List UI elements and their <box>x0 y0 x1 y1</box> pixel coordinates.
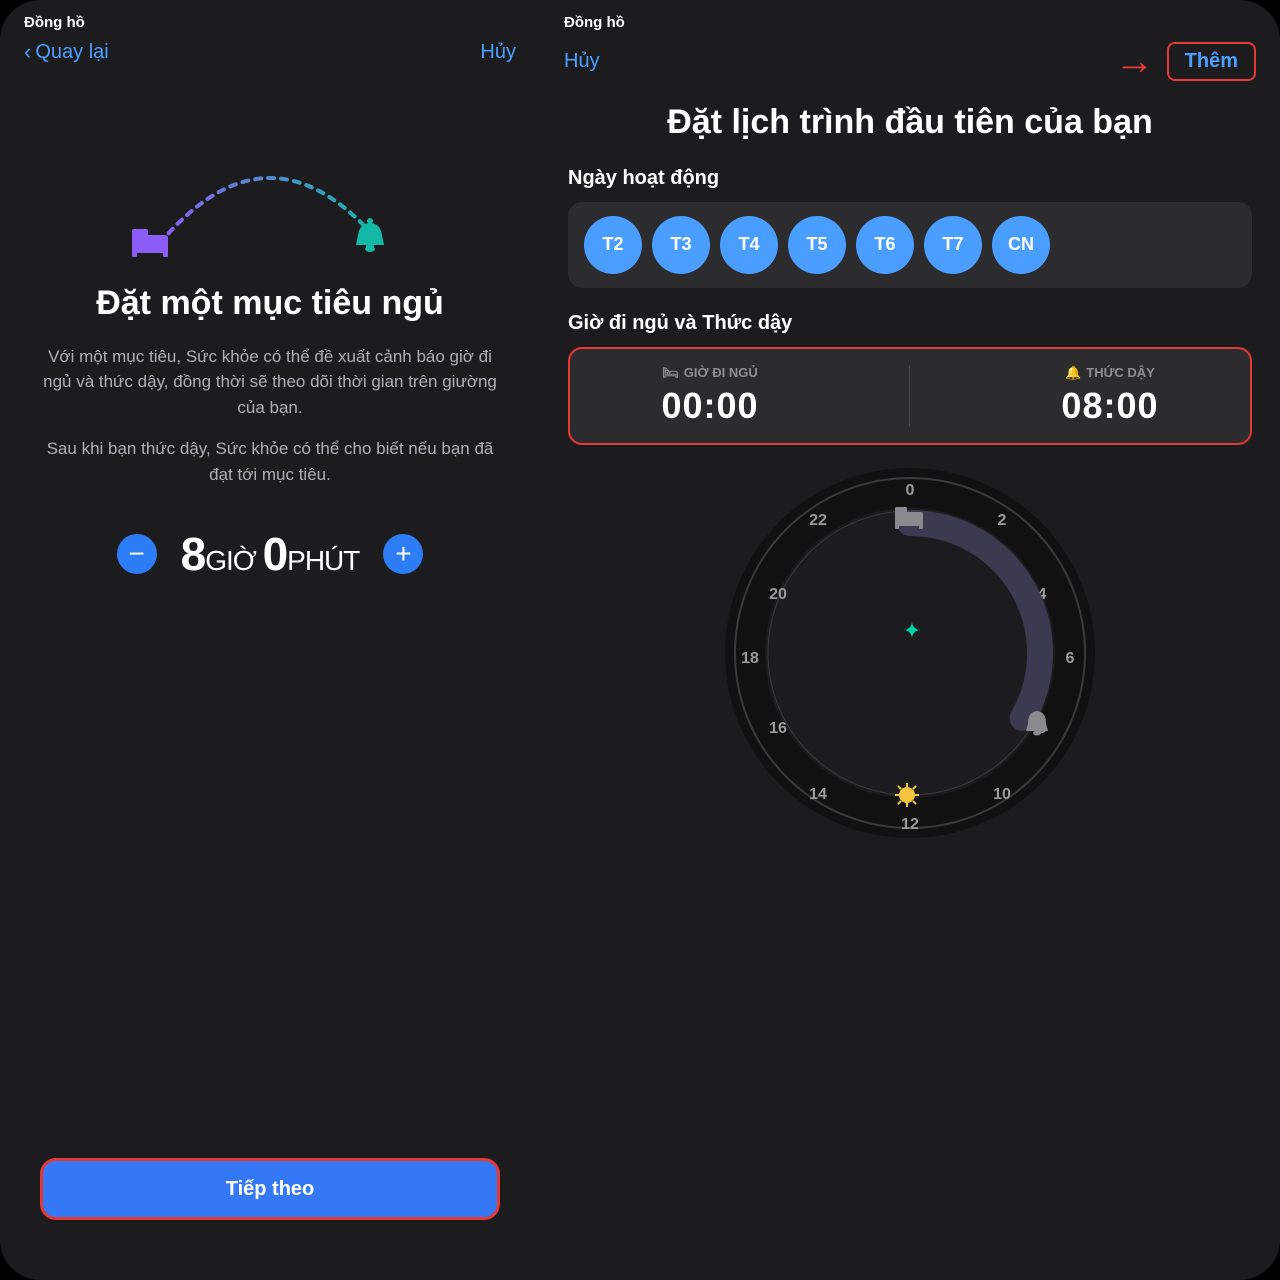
plus-button[interactable]: + <box>383 534 423 574</box>
description-2: Sau khi bạn thức dậy, Sức khỏe có thể ch… <box>0 420 540 487</box>
status-bar-left: Đồng hồ <box>0 0 540 31</box>
left-panel: Đồng hồ ‹ Quay lại Hủy <box>0 0 540 1280</box>
bed-icon: 🛏 <box>662 365 679 381</box>
duration-value: 8giờ 0phút <box>181 527 360 581</box>
clock-dial-container: 0 2 6 10 12 14 18 22 4 8 16 20 <box>568 463 1252 843</box>
wake-time-value: 08:00 <box>1061 385 1158 427</box>
wake-time-label: 🔔 THỨC DẬY <box>1065 365 1155 381</box>
sleep-time-value: 00:00 <box>661 385 758 427</box>
svg-text:18: 18 <box>741 650 759 667</box>
svg-text:14: 14 <box>809 786 827 803</box>
chevron-left-icon: ‹ <box>24 39 31 65</box>
nav-bar-right: Hủy → Thêm <box>540 31 1280 92</box>
svg-text:✦: ✦ <box>903 618 921 643</box>
back-label: Quay lại <box>35 41 108 64</box>
duration-row: − 8giờ 0phút + <box>77 527 464 581</box>
bell-icon: 🔔 <box>1065 365 1081 381</box>
main-title: Đặt một mục tiêu ngủ <box>56 273 484 324</box>
svg-text:2: 2 <box>998 512 1007 529</box>
days-row: T2T3T4T5T6T7CN <box>568 202 1252 288</box>
phut-label: phút <box>287 545 359 576</box>
time-section-label: Giờ đi ngủ và Thức dậy <box>568 312 1252 335</box>
gio-label: giờ <box>205 545 262 576</box>
wake-time-col: 🔔 THỨC DẬY 08:00 <box>1061 365 1158 427</box>
minus-button[interactable]: − <box>117 534 157 574</box>
description-1: Với một mục tiêu, Sức khỏe có thể đề xuấ… <box>0 324 540 421</box>
day-circle-cn[interactable]: CN <box>992 216 1050 274</box>
sleep-time-label: 🛏 GIỜ ĐI NGỦ <box>662 365 757 381</box>
duration-hours: 8 <box>181 528 206 580</box>
clock-dial[interactable]: 0 2 6 10 12 14 18 22 4 8 16 20 <box>720 463 1100 843</box>
day-circle-t2[interactable]: T2 <box>584 216 642 274</box>
cancel-button-left[interactable]: Hủy <box>480 41 516 64</box>
status-text-right: Đồng hồ <box>564 14 625 31</box>
time-display-box[interactable]: 🛏 GIỜ ĐI NGỦ 00:00 🔔 THỨC DẬY 08:00 <box>568 347 1252 445</box>
svg-text:16: 16 <box>769 720 787 737</box>
sleep-time-col: 🛏 GIỜ ĐI NGỦ 00:00 <box>661 365 758 427</box>
right-content: Đặt lịch trình đầu tiên của bạn Ngày hoạ… <box>540 92 1280 853</box>
svg-text:0: 0 <box>906 482 915 499</box>
nav-bar-left: ‹ Quay lại Hủy <box>0 31 540 73</box>
day-circle-t4[interactable]: T4 <box>720 216 778 274</box>
next-button[interactable]: Tiếp theo <box>40 1158 500 1220</box>
back-button[interactable]: ‹ Quay lại <box>24 39 109 65</box>
day-circle-t5[interactable]: T5 <box>788 216 846 274</box>
svg-text:10: 10 <box>993 786 1011 803</box>
right-panel: Đồng hồ Hủy → Thêm Đặt lịch trình đầu ti… <box>540 0 1280 1280</box>
them-button[interactable]: Thêm <box>1167 42 1256 81</box>
day-circle-t6[interactable]: T6 <box>856 216 914 274</box>
status-text-left: Đồng hồ <box>24 14 85 31</box>
status-bar-right: Đồng hồ <box>540 0 1280 31</box>
day-circle-t3[interactable]: T3 <box>652 216 710 274</box>
them-container: → Thêm <box>1115 39 1256 84</box>
arc-illustration <box>100 93 440 273</box>
svg-text:22: 22 <box>809 512 827 529</box>
svg-text:6: 6 <box>1066 650 1075 667</box>
duration-minutes: 0 <box>263 528 288 580</box>
time-divider <box>909 366 910 426</box>
svg-text:20: 20 <box>769 586 787 603</box>
day-circle-t7[interactable]: T7 <box>924 216 982 274</box>
svg-text:12: 12 <box>901 816 919 833</box>
days-label: Ngày hoạt động <box>568 167 1252 190</box>
red-arrow-icon: → <box>1115 39 1155 84</box>
schedule-title: Đặt lịch trình đầu tiên của bạn <box>568 102 1252 143</box>
cancel-button-right[interactable]: Hủy <box>564 50 600 73</box>
